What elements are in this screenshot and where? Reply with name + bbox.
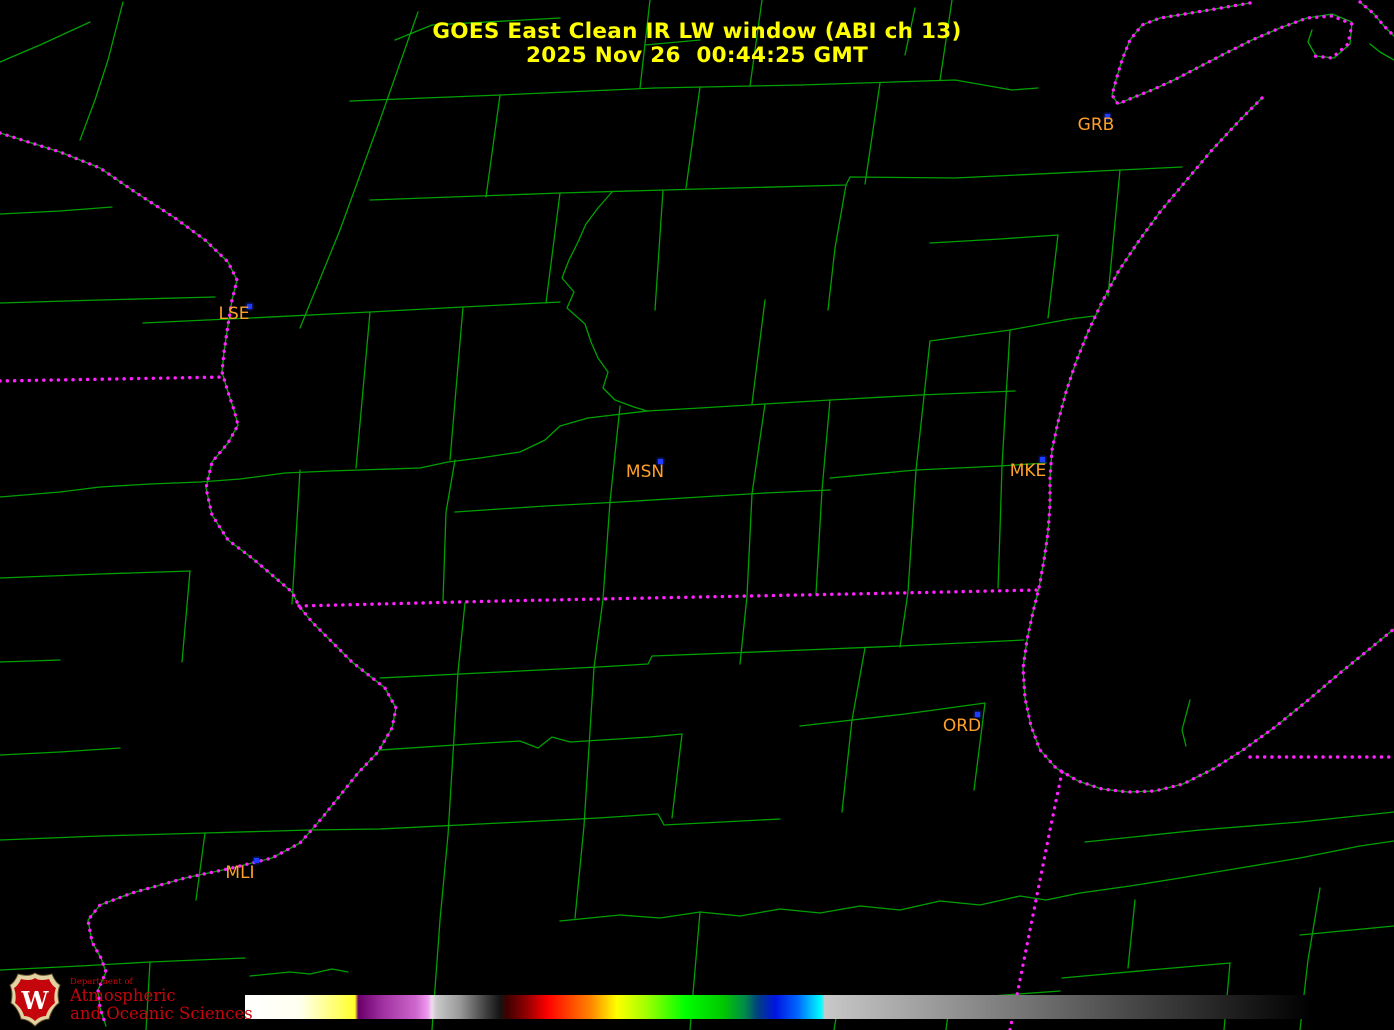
station-label-GRB: GRB <box>1077 115 1115 135</box>
lake-michigan-shoreline <box>1022 97 1394 793</box>
station-dot-MLI <box>254 858 259 863</box>
logo-name-line-2: and Oceanic Sciences <box>70 1004 253 1023</box>
uw-aos-logo: W Department of Atmospheric and Oceanic … <box>8 972 253 1028</box>
logo-name-line-1: Atmospheric <box>70 986 176 1005</box>
station-label-LSE: LSE <box>218 304 250 324</box>
satellite-map-view: GOES East Clean IR LW window (ABI ch 13)… <box>0 0 1394 1030</box>
logo-text: Department of Atmospheric and Oceanic Sc… <box>70 977 253 1023</box>
map-canvas <box>0 0 1394 1030</box>
green-bay-border <box>1110 1 1354 107</box>
temperature-color-scale-bar <box>245 995 1345 1019</box>
mississippi-river-line <box>0 132 397 1027</box>
station-label-MKE: MKE <box>1009 461 1047 481</box>
station-label-MSN: MSN <box>625 462 665 482</box>
station-label-MLI: MLI <box>225 863 255 883</box>
station-label-ORD: ORD <box>942 716 982 736</box>
state-border-dotted-lines <box>0 0 1394 1030</box>
northeast-shore-fragment-2 <box>1369 43 1394 61</box>
mississippi-river-border <box>0 131 398 1028</box>
uw-crest-icon: W <box>9 972 61 1027</box>
lake-michigan-border <box>1021 96 1394 794</box>
minnesota-iowa-border <box>0 375 228 383</box>
wisconsin-illinois-border <box>297 588 1039 608</box>
county-boundary-lines <box>0 0 1394 1030</box>
lake-and-river-shorelines <box>0 1 1394 1027</box>
svg-text:W: W <box>21 986 50 1015</box>
